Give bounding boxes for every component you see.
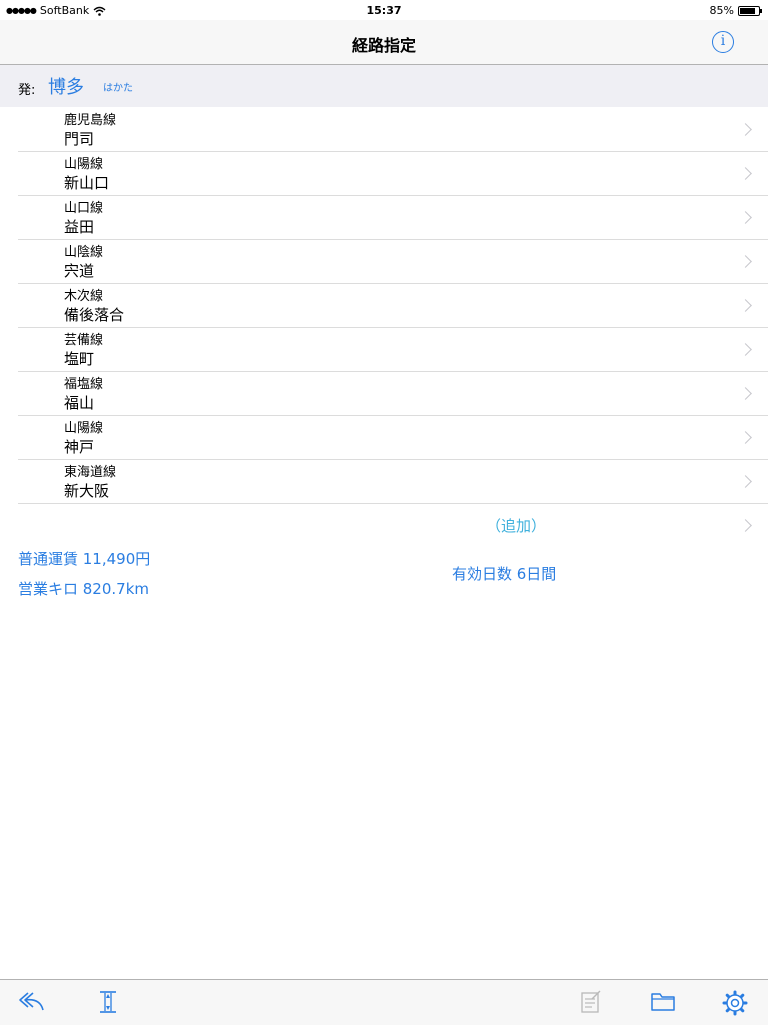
add-route-label: （追加）	[486, 517, 547, 535]
route-line-name: 山陰線	[64, 245, 104, 260]
route-row[interactable]: 山陰線 宍道	[0, 240, 768, 284]
route-station-name: 備後落合	[64, 306, 125, 324]
route-row[interactable]: 鹿児島線 門司	[0, 108, 768, 152]
chevron-right-icon	[739, 299, 752, 312]
route-marker-icon[interactable]	[96, 990, 124, 1016]
route-row[interactable]: 東海道線 新大阪	[0, 460, 768, 504]
route-row[interactable]: 山陽線 神戸	[0, 416, 768, 460]
chevron-right-icon	[739, 123, 752, 136]
chevron-right-icon	[739, 431, 752, 444]
route-list: 鹿児島線 門司 山陽線 新山口 山口線 益田 山陰線 宍道 木次線 備後落合 芸備線 塩町 福塩線 福山山…	[0, 108, 768, 504]
page-title: 経路指定	[351, 36, 416, 55]
route-line-name: 山口線	[64, 201, 104, 216]
route-line-name: 山陽線	[64, 157, 104, 172]
route-station-name: 神戸	[64, 438, 95, 456]
route-row[interactable]: 福塩線 福山	[0, 372, 768, 416]
chevron-right-icon	[739, 211, 752, 224]
origin-station-reading: はかた	[103, 83, 133, 94]
status-time: 15:37	[366, 4, 402, 17]
route-station-name: 門司	[64, 130, 95, 148]
chevron-right-icon	[739, 255, 752, 268]
status-bar: ●●●●● SoftBank 15:37 85%	[0, 0, 768, 20]
route-station-name: 福山	[64, 394, 95, 412]
route-row[interactable]: 木次線 備後落合	[0, 284, 768, 328]
origin-station-header[interactable]: 発: 博多 はかた	[0, 65, 768, 107]
route-line-name: 山陽線	[64, 421, 104, 436]
route-line-name: 木次線	[64, 289, 104, 304]
chevron-right-icon	[739, 475, 752, 488]
route-row[interactable]: 山陽線 新山口	[0, 152, 768, 196]
fare-text: 普通運賃 11,490円	[18, 550, 151, 568]
settings-gear-icon[interactable]	[722, 990, 750, 1016]
origin-label: 発:	[18, 83, 36, 98]
route-row[interactable]: 芸備線 塩町	[0, 328, 768, 372]
route-station-name: 新大阪	[64, 482, 110, 500]
chevron-right-icon	[739, 167, 752, 180]
origin-station-name: 博多	[48, 77, 84, 98]
navigation-bar: 経路指定 i	[0, 20, 768, 65]
memo-icon	[580, 990, 608, 1016]
route-row[interactable]: 山口線 益田	[0, 196, 768, 240]
distance-text: 営業キロ 820.7km	[18, 580, 150, 598]
battery-percent: 85%	[709, 4, 734, 17]
add-route-row[interactable]: （追加）	[0, 504, 768, 548]
battery-icon	[738, 5, 762, 16]
route-station-name: 益田	[64, 218, 95, 236]
chevron-right-icon	[739, 519, 752, 532]
route-station-name: 塩町	[64, 350, 95, 368]
chevron-right-icon	[739, 343, 752, 356]
chevron-right-icon	[739, 387, 752, 400]
route-line-name: 東海道線	[64, 465, 117, 480]
route-station-name: 新山口	[64, 174, 110, 192]
folder-icon[interactable]	[650, 990, 678, 1016]
route-line-name: 芸備線	[64, 333, 104, 348]
valid-days-text: 有効日数 6日間	[452, 565, 557, 583]
info-icon[interactable]: i	[712, 31, 734, 53]
route-line-name: 鹿児島線	[64, 113, 117, 128]
route-station-name: 宍道	[64, 262, 95, 280]
bottom-toolbar	[0, 979, 768, 1025]
route-line-name: 福塩線	[64, 377, 104, 392]
reverse-icon[interactable]	[18, 990, 46, 1016]
